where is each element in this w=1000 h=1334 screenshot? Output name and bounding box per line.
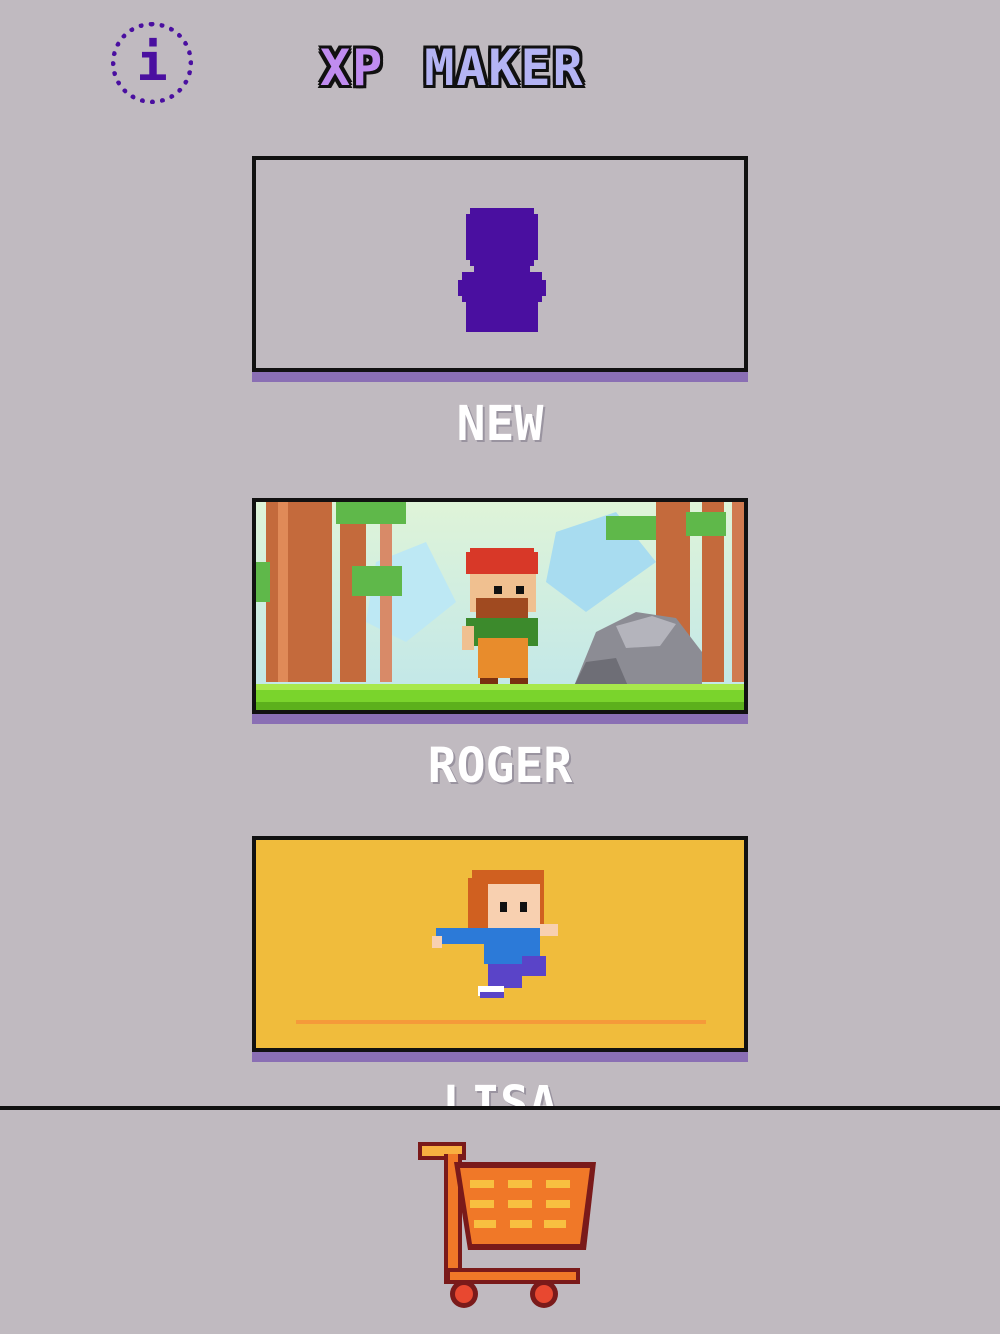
card-label-roger: ROGER (427, 738, 573, 794)
silhouette-icon (458, 208, 546, 332)
lisa-sprite (432, 870, 558, 998)
lisa-scene (296, 870, 706, 1024)
app-title: XP MAKER (320, 39, 585, 97)
shopping-cart-icon (418, 1142, 596, 1308)
info-button[interactable]: i (111, 22, 193, 104)
forest-scene (256, 502, 744, 710)
footer-bar (0, 1110, 1000, 1334)
card-label-lisa: LISA (442, 1076, 558, 1106)
app-title-maker: MAKER (424, 39, 585, 97)
card-label-new: NEW (456, 396, 544, 452)
app-title-xp: XP (320, 39, 385, 97)
lisa-character-card[interactable] (252, 836, 748, 1052)
shop-button[interactable] (410, 1140, 600, 1310)
info-icon: i (136, 33, 168, 93)
character-list[interactable]: NEW ROGER LISA (0, 120, 1000, 1106)
roger-character-card[interactable] (252, 498, 748, 714)
new-character-card[interactable] (252, 156, 748, 372)
